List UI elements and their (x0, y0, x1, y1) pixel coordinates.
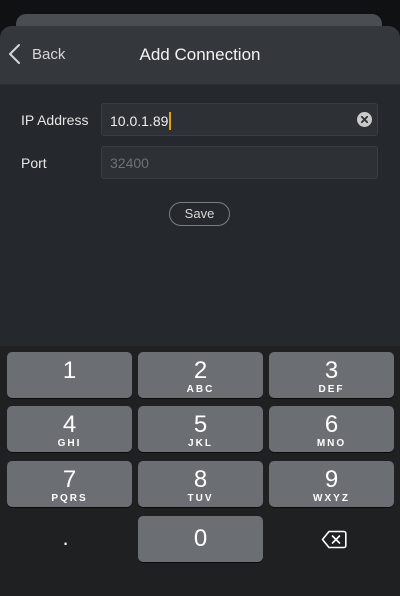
key-7[interactable]: 7 PQRS (7, 461, 132, 507)
clear-circle-icon (360, 115, 369, 124)
page-title: Add Connection (139, 45, 261, 64)
key-2[interactable]: 2 ABC (138, 352, 263, 398)
key-letters: WXYZ (313, 493, 350, 504)
save-button[interactable]: Save (169, 202, 230, 226)
key-digit: 4 (62, 411, 77, 438)
key-6[interactable]: 6 MNO (269, 406, 394, 452)
key-digit: 2 (193, 357, 208, 384)
numeric-keypad: 1 2 ABC 3 DEF 4 GHI 5 JKL 6 MNO 7 PQRS 8 (0, 346, 400, 596)
port-input[interactable]: 32400 (101, 146, 378, 179)
backspace-key[interactable] (271, 516, 396, 562)
key-letters: DEF (318, 384, 345, 395)
screen: Back Add Connection IP Address 10.0.1.89… (0, 0, 400, 596)
key-digit: 1 (62, 357, 77, 384)
key-digit: 5 (193, 411, 208, 438)
clear-input-button[interactable] (357, 112, 372, 127)
text-cursor (169, 112, 172, 130)
key-1[interactable]: 1 (7, 352, 132, 398)
port-placeholder: 32400 (110, 155, 149, 171)
key-5[interactable]: 5 JKL (138, 406, 263, 452)
key-letters: PQRS (51, 493, 88, 504)
ip-address-text: 10.0.1.89 (110, 113, 169, 129)
key-letters: GHI (57, 438, 82, 449)
key-9[interactable]: 9 WXYZ (269, 461, 394, 507)
key-digit: 7 (62, 466, 77, 493)
key-digit: 8 (193, 466, 208, 493)
key-0[interactable]: 0 (138, 516, 263, 562)
key-letters: ABC (186, 384, 215, 395)
ip-address-row: IP Address 10.0.1.89 (0, 103, 400, 137)
key-8[interactable]: 8 TUV (138, 461, 263, 507)
key-digit: 0 (193, 525, 208, 552)
key-letters: JKL (188, 438, 213, 449)
ip-address-label: IP Address (21, 112, 89, 128)
key-3[interactable]: 3 DEF (269, 352, 394, 398)
port-label: Port (21, 155, 47, 171)
ip-address-input[interactable]: 10.0.1.89 (101, 103, 378, 136)
key-4[interactable]: 4 GHI (7, 406, 132, 452)
port-row: Port 32400 (0, 146, 400, 180)
key-decimal-point[interactable]: . (3, 518, 128, 564)
key-digit: 3 (324, 357, 339, 384)
delete-left-icon (321, 530, 347, 549)
key-digit: 6 (324, 411, 339, 438)
add-connection-sheet: Back Add Connection IP Address 10.0.1.89… (0, 26, 400, 356)
key-letters: MNO (316, 438, 347, 449)
ip-address-value: 10.0.1.89 (110, 112, 172, 130)
key-letters: TUV (187, 493, 214, 504)
key-digit: 9 (324, 466, 339, 493)
navigation-bar: Back Add Connection (0, 26, 400, 85)
